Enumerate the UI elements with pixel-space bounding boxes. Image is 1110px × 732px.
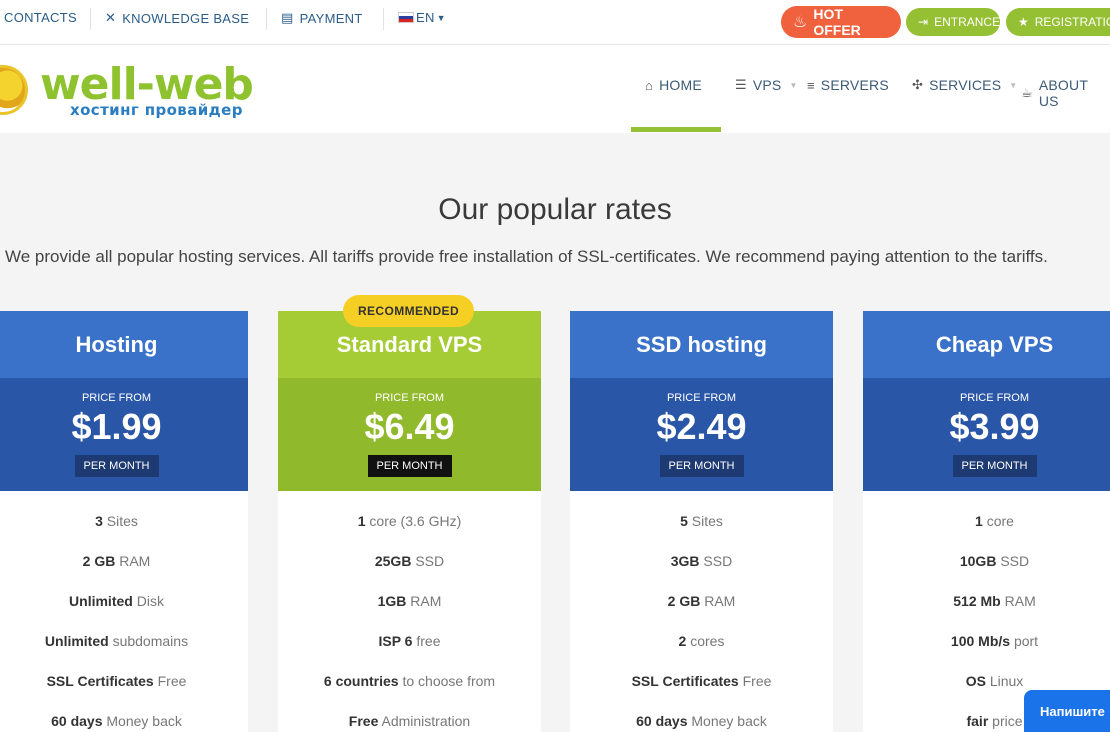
feature-list: 5 Sites 3GB SSD 2 GB RAM 2 cores SSL Cer…: [570, 491, 833, 732]
nav-vps[interactable]: ☰ VPS ▼: [735, 77, 798, 93]
feature-list: 3 Sites 2 GB RAM Unlimited Disk Unlimite…: [0, 491, 248, 732]
chat-widget-button[interactable]: Напишите: [1024, 690, 1110, 732]
feature-item: 10GB SSD: [959, 553, 1030, 569]
nav-services[interactable]: ✣ SERVICES ▼: [912, 77, 1017, 93]
registration-button[interactable]: ★ REGISTRATION: [1006, 8, 1110, 36]
price-amount: $3.99: [949, 406, 1040, 447]
per-month-label: PER MONTH: [952, 455, 1037, 477]
feature-item: 1 core (3.6 GHz): [357, 513, 462, 529]
per-month-label: PER MONTH: [367, 455, 452, 477]
feature-item: SSL Certificates Free: [46, 673, 187, 689]
divider: [90, 8, 91, 30]
feature-item: SSL Certificates Free: [631, 673, 772, 689]
language-selector[interactable]: EN ▼: [398, 10, 446, 25]
card-title: SSD hosting: [570, 311, 833, 378]
coffee-icon: ☕: [1021, 85, 1033, 100]
home-icon: ⌂: [645, 77, 654, 93]
pricing-card-standard-vps[interactable]: Standard VPS PRICE FROM $6.49 PER MONTH …: [278, 311, 541, 732]
entrance-button[interactable]: ⇥ ENTRANCE: [906, 8, 1000, 36]
pricing-card-hosting[interactable]: Hosting PRICE FROM $1.99 PER MONTH 3 Sit…: [0, 311, 248, 732]
active-nav-indicator: [631, 127, 721, 132]
star-icon: ★: [1018, 15, 1029, 29]
login-icon: ⇥: [918, 15, 929, 29]
card-price-block: PRICE FROM $2.49 PER MONTH: [570, 378, 833, 491]
top-bar: CONTACTS ✕ KNOWLEDGE BASE ▤ PAYMENT EN ▼…: [0, 0, 1110, 45]
feature-item: Free Administration: [348, 713, 471, 729]
feature-item: 1GB RAM: [377, 593, 442, 609]
flame-icon: ♨: [793, 14, 808, 31]
divider: [383, 8, 384, 30]
contacts-link[interactable]: CONTACTS: [4, 10, 77, 25]
nav-about[interactable]: ☕ ABOUT US: [1021, 77, 1110, 109]
feature-item: 5 Sites: [680, 513, 723, 529]
feature-item: ISP 6 free: [378, 633, 441, 649]
payment-link[interactable]: ▤ PAYMENT: [281, 10, 363, 26]
price-amount: $2.49: [656, 406, 747, 447]
section-title: Our popular rates: [438, 193, 672, 226]
logo-icon[interactable]: [0, 65, 28, 115]
price-from-label: PRICE FROM: [81, 392, 152, 404]
card-title: Hosting: [0, 311, 248, 378]
nav-home[interactable]: ⌂ HOME: [645, 77, 702, 93]
feature-item: Unlimited Disk: [69, 593, 164, 609]
per-month-label: PER MONTH: [74, 455, 159, 477]
price-amount: $6.49: [364, 406, 455, 447]
price-from-label: PRICE FROM: [374, 392, 445, 404]
menu-icon: ≡: [807, 77, 815, 93]
card-title: Cheap VPS: [863, 311, 1110, 378]
feature-item: 2 GB RAM: [82, 553, 151, 569]
price-from-label: PRICE FROM: [666, 392, 737, 404]
services-icon: ✣: [912, 77, 924, 92]
feature-list: 1 core (3.6 GHz) 25GB SSD 1GB RAM ISP 6 …: [278, 491, 541, 732]
pricing-card-ssd-hosting[interactable]: SSD hosting PRICE FROM $2.49 PER MONTH 5…: [570, 311, 833, 732]
feature-item: 3GB SSD: [670, 553, 733, 569]
price-from-label: PRICE FROM: [959, 392, 1030, 404]
feature-item: 512 Mb RAM: [953, 593, 1036, 609]
section-subtitle: We provide all popular hosting services.…: [5, 247, 1048, 266]
card-price-block: PRICE FROM $6.49 PER MONTH: [278, 378, 541, 491]
feature-item: 60 days Money back: [636, 713, 767, 729]
card-price-block: PRICE FROM $3.99 PER MONTH: [863, 378, 1110, 491]
tools-icon: ✕: [105, 10, 117, 25]
feature-item: 100 Mb/s port: [950, 633, 1039, 649]
per-month-label: PER MONTH: [659, 455, 744, 477]
list-icon: ☰: [735, 77, 747, 92]
feature-item: Unlimited subdomains: [44, 633, 189, 649]
logo-subtitle: хостинг провайдер: [70, 101, 243, 119]
price-amount: $1.99: [71, 406, 162, 447]
feature-item: 1 core: [975, 513, 1014, 529]
feature-item: 6 countries to choose from: [323, 673, 496, 689]
site-header: well-web хостинг провайдер ⌂ HOME ☰ VPS …: [0, 45, 1110, 133]
pricing-card-cheap-vps[interactable]: Cheap VPS PRICE FROM $3.99 PER MONTH 1 c…: [863, 311, 1110, 732]
chevron-down-icon: ▼: [1009, 80, 1018, 90]
feature-item: 3 Sites: [95, 513, 138, 529]
knowledge-base-link[interactable]: ✕ KNOWLEDGE BASE: [105, 10, 249, 26]
card-price-block: PRICE FROM $1.99 PER MONTH: [0, 378, 248, 491]
divider: [266, 8, 267, 30]
feature-item: 2 GB RAM: [667, 593, 736, 609]
feature-item: 25GB SSD: [374, 553, 445, 569]
chevron-down-icon: ▼: [436, 12, 446, 23]
nav-servers[interactable]: ≡ SERVERS: [807, 77, 889, 93]
feature-item: 2 cores: [678, 633, 725, 649]
hot-offer-button[interactable]: ♨ HOT OFFER: [781, 6, 901, 38]
chevron-down-icon: ▼: [789, 80, 798, 90]
russia-flag-icon: [398, 12, 414, 23]
document-icon: ▤: [281, 10, 294, 25]
recommended-badge: RECOMMENDED: [343, 295, 474, 327]
feature-item: 60 days Money back: [51, 713, 182, 729]
